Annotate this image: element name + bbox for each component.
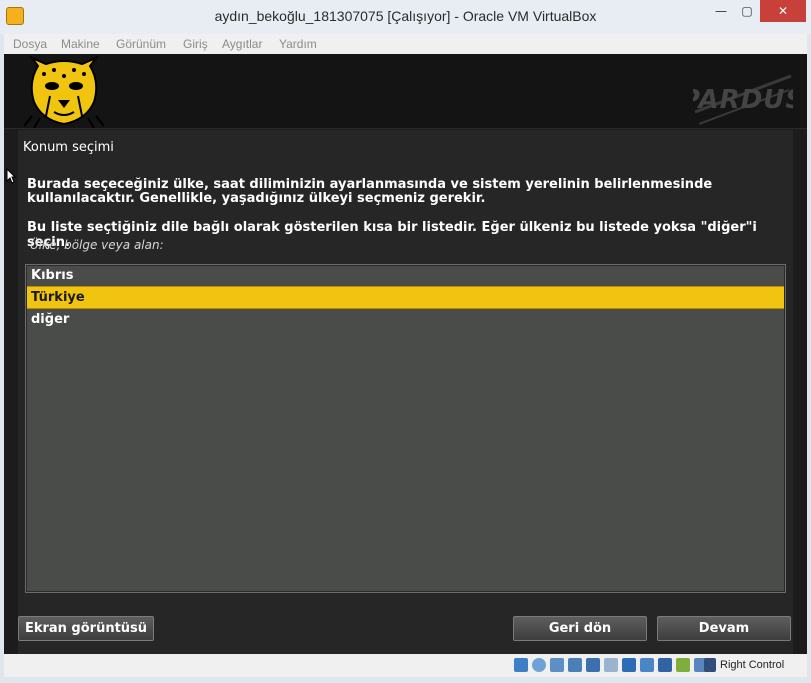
close-button[interactable]: ✕ [760, 0, 806, 22]
audio-icon[interactable] [550, 658, 564, 672]
window-title: aydın_bekoğlu_181307075 [Çalışıyor] - Or… [214, 8, 597, 24]
mouse-cursor-icon [6, 168, 16, 184]
continue-button[interactable]: Devam [657, 616, 791, 641]
minimize-button[interactable]: — [708, 0, 734, 22]
menu-bar: Dosya Makine Görünüm Giriş Aygıtlar Yard… [4, 34, 807, 54]
hard-disk-icon[interactable] [514, 658, 528, 672]
host-key-label: Right Control [720, 659, 785, 671]
optical-drive-icon[interactable] [532, 658, 546, 672]
pardus-brand-logo: PARDUS [681, 68, 804, 137]
installer-header: PARDUS [4, 54, 807, 129]
menu-help[interactable]: Yardım [279, 37, 317, 51]
usb-icon[interactable] [586, 658, 600, 672]
country-field-label: Ülke, bölge veya alan: [30, 238, 164, 252]
installer-panel: Konum seçimi Burada seçeceğiniz ülke, sa… [18, 130, 793, 654]
cheetah-logo-icon [24, 56, 104, 128]
maximize-button[interactable]: ▢ [734, 0, 760, 22]
country-list[interactable]: Kıbrıs Türkiye diğer [25, 264, 786, 593]
cpu-icon[interactable] [676, 658, 690, 672]
list-item-turkiye[interactable]: Türkiye [27, 286, 784, 309]
keyboard-capture-icon[interactable] [704, 658, 716, 672]
pardus-wordmark-icon: PARDUS [681, 74, 804, 125]
status-bar: Right Control [4, 654, 807, 677]
vm-display[interactable]: PARDUS Konum seçimi Burada seçeceğiniz ü… [4, 54, 807, 654]
section-title: Konum seçimi [23, 140, 114, 155]
screenshot-button[interactable]: Ekran görüntüsü [18, 616, 154, 641]
menu-input[interactable]: Giriş [183, 37, 208, 51]
menu-view[interactable]: Görünüm [116, 37, 166, 51]
display-icon[interactable] [622, 658, 636, 672]
shared-folders-icon[interactable] [604, 658, 618, 672]
recording-icon[interactable] [658, 658, 672, 672]
brand-text: PARDUS [693, 85, 793, 115]
list-item-diger[interactable]: diğer [27, 309, 784, 330]
list-item-kibris[interactable]: Kıbrıs [27, 265, 784, 286]
back-button[interactable]: Geri dön [513, 616, 647, 641]
network-icon[interactable] [568, 658, 582, 672]
menu-devices[interactable]: Aygıtlar [222, 37, 262, 51]
description-text: Burada seçeceğiniz ülke, saat diliminizi… [27, 177, 713, 206]
window-titlebar[interactable]: aydın_bekoğlu_181307075 [Çalışıyor] - Or… [0, 0, 811, 34]
menu-machine[interactable]: Makine [61, 37, 100, 51]
video-capture-icon[interactable] [640, 658, 654, 672]
menu-file[interactable]: Dosya [13, 37, 47, 51]
